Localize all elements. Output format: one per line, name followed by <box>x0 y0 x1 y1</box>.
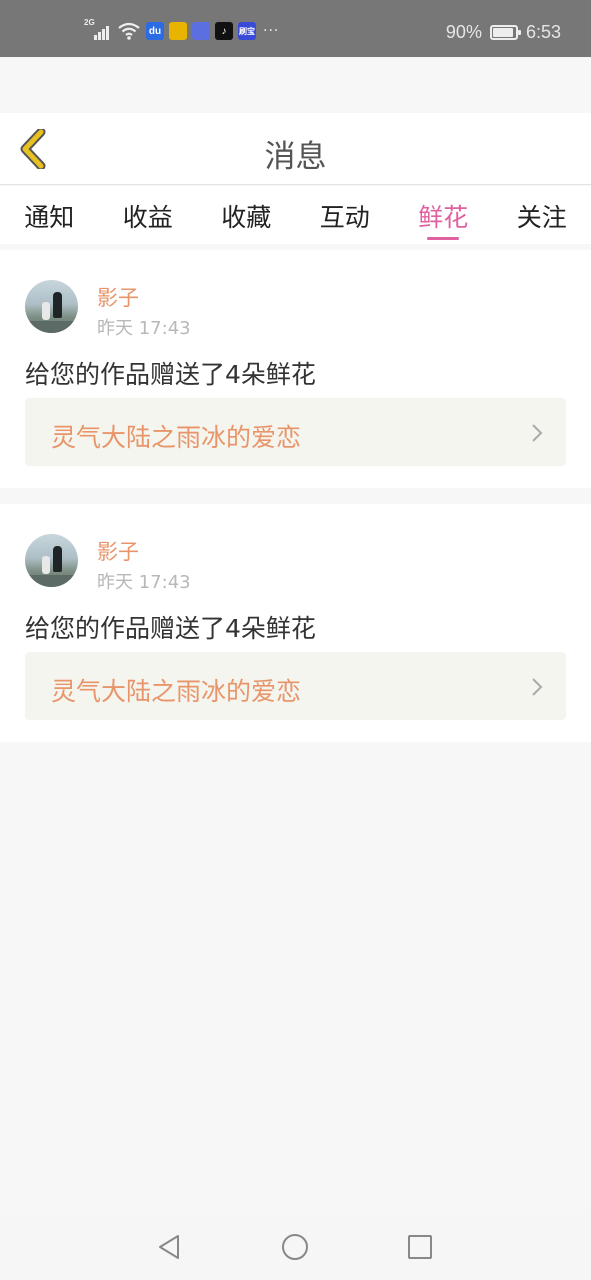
news-icon: 刷宝 <box>238 22 256 40</box>
tab-label: 互动 <box>319 203 370 232</box>
home-nav-button[interactable] <box>280 1232 310 1262</box>
notification-message: 给您的作品赠送了4朵鲜花 <box>25 360 316 389</box>
status-bar: 2G du ♪ 刷宝 ··· 90% 6:53 <box>0 0 591 57</box>
more-notifications-icon: ··· <box>263 23 280 39</box>
tab-label: 通知 <box>24 203 75 232</box>
work-title: 灵气大陆之雨冰的爱恋 <box>51 423 302 452</box>
page-title: 消息 <box>264 139 327 175</box>
work-link[interactable]: 灵气大陆之雨冰的爱恋 <box>25 652 566 720</box>
timestamp: 昨天 17:43 <box>97 572 191 593</box>
work-link[interactable]: 灵气大陆之雨冰的爱恋 <box>25 398 566 466</box>
app-icon <box>192 22 210 40</box>
tab-interactions[interactable]: 互动 <box>296 186 395 244</box>
battery-percent: 90% <box>445 22 482 42</box>
timestamp: 昨天 17:43 <box>97 318 191 339</box>
tab-favorites[interactable]: 收藏 <box>197 186 296 244</box>
battery-icon <box>489 25 521 40</box>
tab-earnings[interactable]: 收益 <box>99 186 198 244</box>
tab-label: 收藏 <box>221 203 272 232</box>
status-icons: 2G du ♪ 刷宝 ··· <box>84 18 280 42</box>
lightbulb-icon <box>169 22 187 40</box>
avatar[interactable] <box>25 534 78 587</box>
username[interactable]: 影子 <box>97 282 139 312</box>
status-right: 90% 6:53 <box>446 22 561 43</box>
tiktok-icon: ♪ <box>215 22 233 40</box>
chevron-right-icon <box>532 424 543 442</box>
tab-label: 收益 <box>122 203 173 232</box>
signal-icon: 2G <box>84 18 112 42</box>
work-title: 灵气大陆之雨冰的爱恋 <box>51 677 302 706</box>
chevron-right-icon <box>532 678 543 696</box>
tab-label: 关注 <box>516 203 567 232</box>
recents-nav-button[interactable] <box>405 1232 435 1262</box>
system-nav-bar <box>0 1214 591 1280</box>
baidu-icon: du <box>146 22 164 40</box>
notification-card: 影子 昨天 17:43 给您的作品赠送了4朵鲜花 灵气大陆之雨冰的爱恋 <box>0 504 591 742</box>
avatar[interactable] <box>25 280 78 333</box>
username[interactable]: 影子 <box>97 536 139 566</box>
tab-following[interactable]: 关注 <box>493 186 591 244</box>
tab-flowers[interactable]: 鲜花 <box>394 186 493 244</box>
triangle-back-icon <box>159 1235 179 1259</box>
notification-message: 给您的作品赠送了4朵鲜花 <box>25 614 316 643</box>
square-recents-icon <box>408 1235 432 1259</box>
clock: 6:53 <box>525 22 561 42</box>
notification-card: 影子 昨天 17:43 给您的作品赠送了4朵鲜花 灵气大陆之雨冰的爱恋 <box>0 250 591 488</box>
screen: 2G du ♪ 刷宝 ··· 90% 6:53 消息 通知 收益 收藏 互动 鲜… <box>0 0 591 1280</box>
active-tab-indicator <box>427 237 460 240</box>
tab-bar: 通知 收益 收藏 互动 鲜花 关注 <box>0 186 591 244</box>
back-nav-button[interactable] <box>154 1232 184 1262</box>
wifi-icon <box>118 22 140 40</box>
network-type: 2G <box>84 18 95 27</box>
circle-home-icon <box>282 1234 308 1260</box>
tab-notifications[interactable]: 通知 <box>0 186 99 244</box>
header: 消息 <box>0 113 591 185</box>
tab-label: 鲜花 <box>418 203 469 232</box>
